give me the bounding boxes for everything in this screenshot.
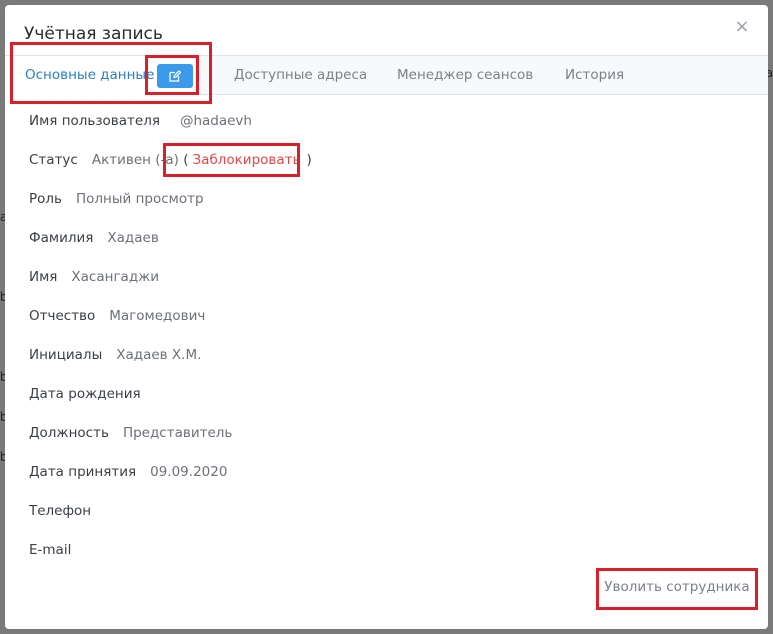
edit-button[interactable] bbox=[157, 64, 193, 88]
field-label: E-mail bbox=[29, 542, 72, 558]
status-value: Активен (-а) bbox=[91, 152, 179, 168]
tab-bar: Основные данные Доступные адреса Менедже… bbox=[5, 55, 768, 95]
tab-main-data-label: Основные данные bbox=[25, 67, 155, 83]
tab-available-addresses[interactable]: Доступные адреса bbox=[234, 56, 367, 95]
field-position: Должность Представитель bbox=[29, 425, 232, 441]
fire-employee-button[interactable]: Уволить сотрудника bbox=[601, 572, 753, 602]
edit-icon bbox=[169, 70, 181, 82]
field-value: Представитель bbox=[122, 425, 233, 441]
field-label: Отчество bbox=[29, 308, 96, 324]
open-paren: ( bbox=[183, 152, 189, 168]
field-value: Магомедович bbox=[109, 308, 206, 324]
field-email: E-mail bbox=[29, 542, 85, 558]
field-hire-date: Дата принятия 09.09.2020 bbox=[29, 464, 227, 480]
field-label: Телефон bbox=[29, 503, 92, 519]
close-paren: ) bbox=[306, 152, 312, 168]
field-last-name: Фамилия Хадаев bbox=[29, 230, 159, 246]
modal-title: Учётная запись bbox=[24, 24, 163, 44]
field-birth-date: Дата рождения bbox=[29, 386, 155, 402]
field-value: 09.09.2020 bbox=[150, 464, 228, 480]
close-icon[interactable]: × bbox=[732, 17, 752, 37]
account-modal: Учётная запись × Основные данные Доступн… bbox=[5, 5, 768, 629]
field-phone: Телефон bbox=[29, 503, 105, 519]
field-label: Фамилия bbox=[29, 230, 94, 246]
field-role: Роль Полный просмотр bbox=[29, 191, 204, 207]
field-initials: Инициалы Хадаев Х.М. bbox=[29, 347, 201, 363]
field-label: Роль bbox=[29, 191, 62, 207]
field-username: Имя пользователя @hadaevh bbox=[29, 113, 252, 129]
field-label: Дата рождения bbox=[29, 386, 141, 402]
field-value: Хадаев bbox=[107, 230, 159, 246]
field-label: Имя bbox=[29, 269, 58, 285]
tab-session-manager[interactable]: Менеджер сеансов bbox=[397, 56, 533, 95]
field-value: @hadaevh bbox=[179, 113, 252, 129]
field-patronymic: Отчество Магомедович bbox=[29, 308, 205, 324]
field-value: Хадаев Х.М. bbox=[116, 347, 202, 363]
field-label: Должность bbox=[29, 425, 109, 441]
block-user-link[interactable]: Заблокировать bbox=[193, 152, 301, 168]
tab-history[interactable]: История bbox=[565, 56, 624, 95]
field-value: Хасангаджи bbox=[71, 269, 160, 285]
field-status: Статус Активен (-а) (Заблокировать) bbox=[29, 152, 312, 168]
field-value: Полный просмотр bbox=[76, 191, 204, 207]
field-label: Статус bbox=[29, 152, 78, 168]
field-first-name: Имя Хасангаджи bbox=[29, 269, 159, 285]
field-label: Имя пользователя bbox=[29, 113, 160, 129]
field-label: Дата принятия bbox=[29, 464, 137, 480]
field-label: Инициалы bbox=[29, 347, 103, 363]
